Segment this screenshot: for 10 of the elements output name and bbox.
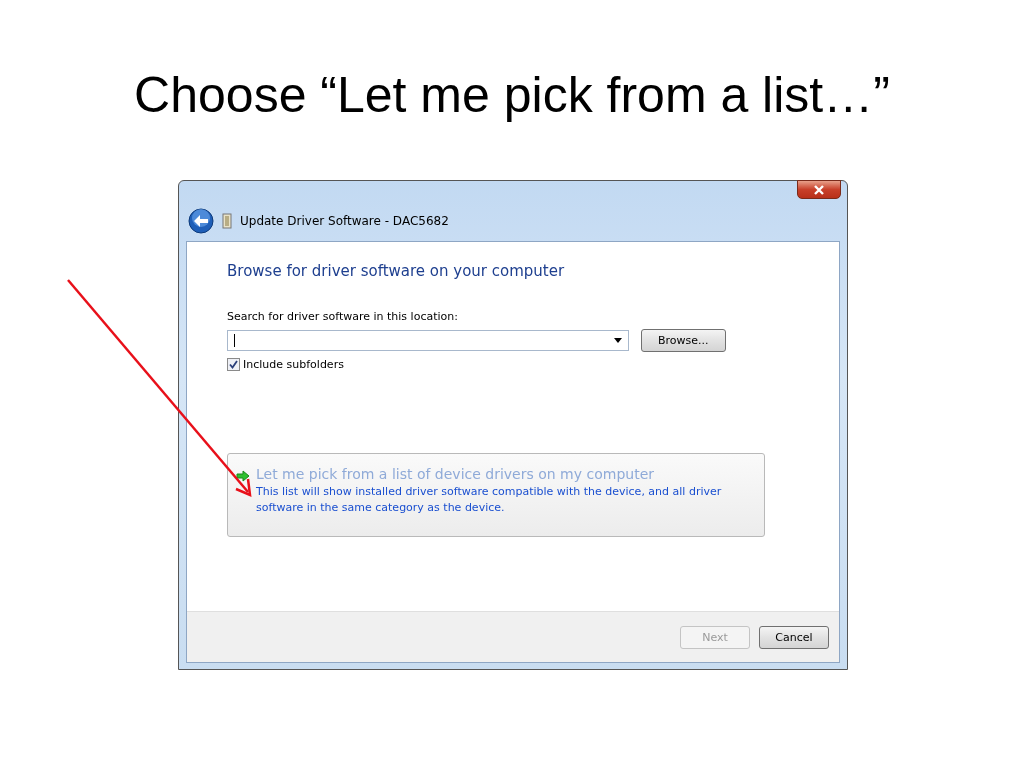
checkbox-label: Include subfolders — [243, 358, 344, 371]
location-label: Search for driver software in this location: — [227, 310, 459, 323]
browse-button[interactable]: Browse... — [641, 329, 726, 352]
slide-title: Choose “Let me pick from a list…” — [133, 66, 891, 124]
link-title: Let me pick from a list of device drivers on my computer — [256, 466, 655, 482]
link-description: This list will show installed driver software compatible with the device, and all driver software in the same category as the device. — [256, 484, 723, 516]
dialog-button[interactable]: Cancel — [759, 625, 829, 649]
page-heading: Browse for driver software on your computer — [227, 262, 566, 280]
command-link[interactable]: Let me pick from a list of device drivers on my computer This list will show installed driver software compatible with the device, and all driver software in the same category as the device. — [227, 453, 765, 537]
window-title: Update Driver Software - DAC5682 — [240, 214, 449, 228]
